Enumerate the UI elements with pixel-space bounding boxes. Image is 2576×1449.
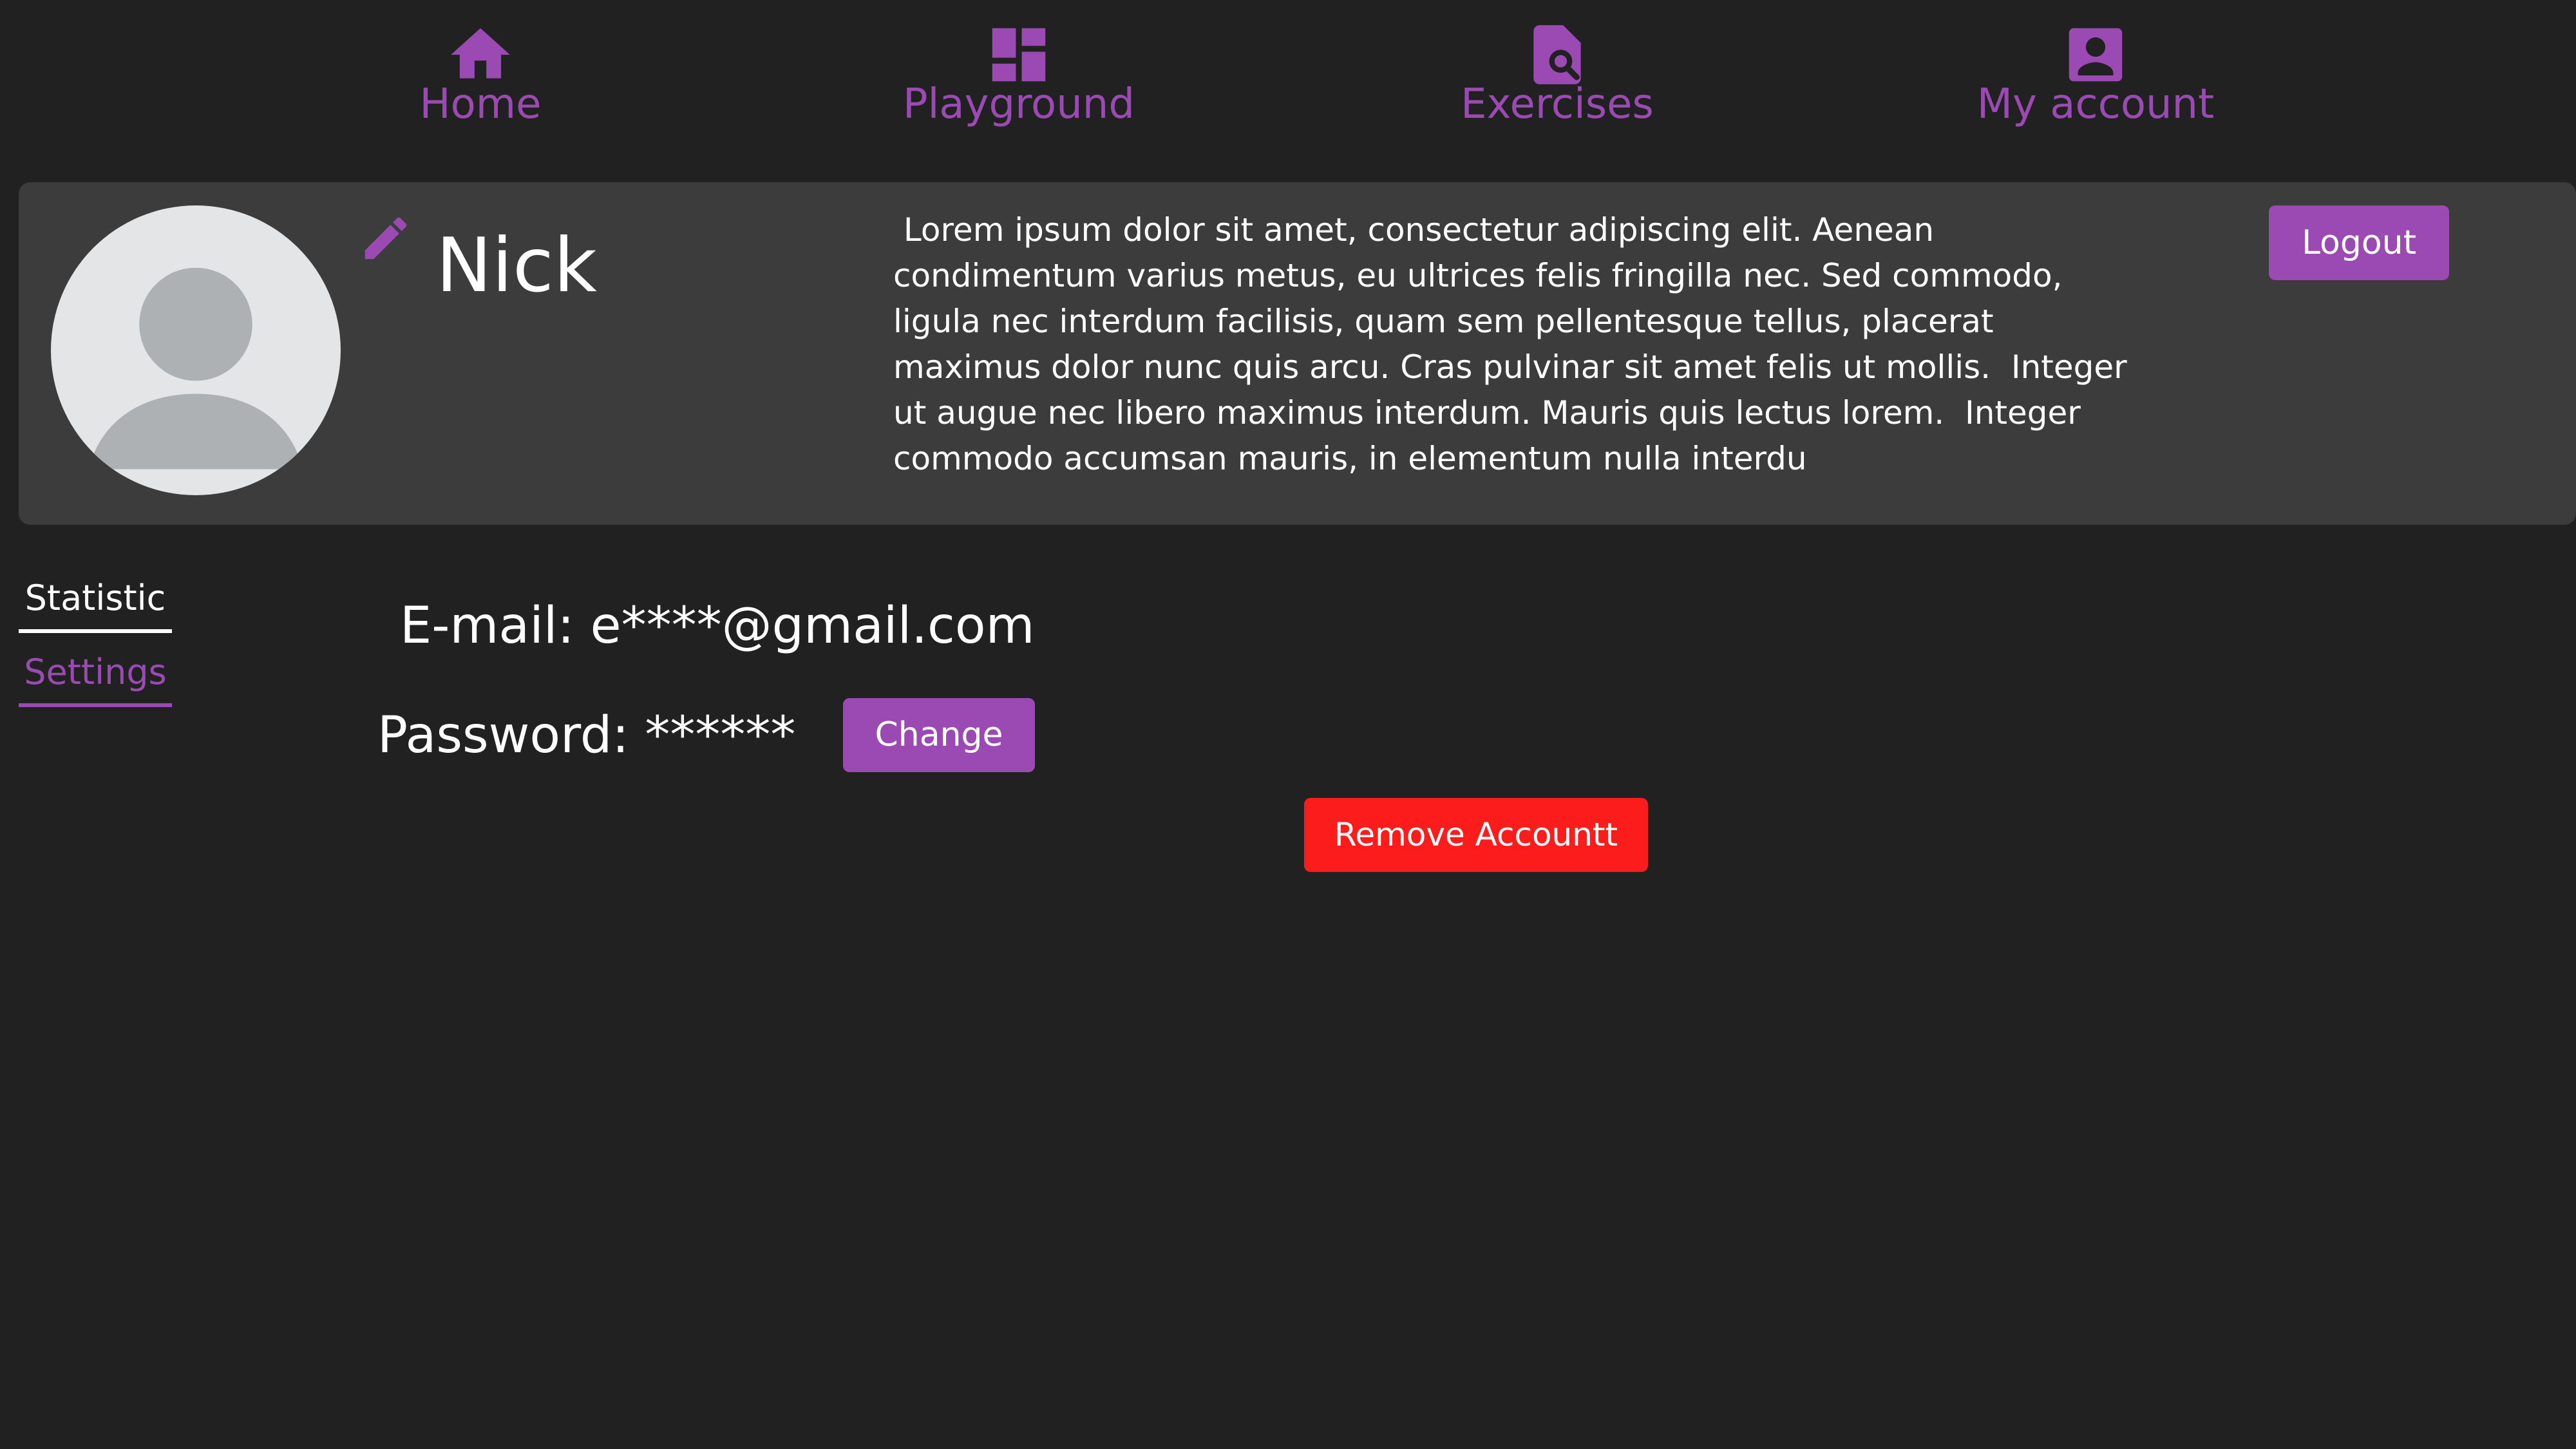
profile-card: Nick Lorem ipsum dolor sit amet, consect… bbox=[19, 182, 2576, 525]
nav-item-label: Home bbox=[419, 80, 542, 128]
nav-item-label: Playground bbox=[903, 80, 1135, 128]
user-name: Nick bbox=[436, 222, 597, 309]
user-placeholder-icon bbox=[88, 267, 303, 469]
tab-statistic[interactable]: Statistic bbox=[19, 578, 172, 633]
avatar bbox=[51, 205, 341, 495]
nav-item-label: Exercises bbox=[1461, 80, 1654, 128]
change-password-button[interactable]: Change bbox=[843, 698, 1035, 772]
tab-settings[interactable]: Settings bbox=[19, 652, 172, 707]
email-display: E-mail: e****@gmail.com bbox=[400, 597, 1035, 655]
remove-account-button[interactable]: Remove Accountt bbox=[1304, 798, 1648, 872]
nav-item-my-account[interactable]: My account bbox=[1915, 12, 2276, 134]
nav-item-playground[interactable]: Playground bbox=[838, 12, 1199, 134]
password-display: Password: ****** bbox=[377, 706, 796, 764]
nav-item-label: My account bbox=[1976, 80, 2215, 128]
user-bio: Lorem ipsum dolor sit amet, consectetur … bbox=[893, 211, 2127, 477]
top-navigation: Home Playground Exercises My account bbox=[0, 0, 2576, 167]
nav-item-home[interactable]: Home bbox=[300, 12, 661, 134]
logout-button[interactable]: Logout bbox=[2269, 205, 2449, 280]
nav-item-exercises[interactable]: Exercises bbox=[1377, 12, 1738, 134]
pencil-icon[interactable] bbox=[358, 211, 413, 266]
